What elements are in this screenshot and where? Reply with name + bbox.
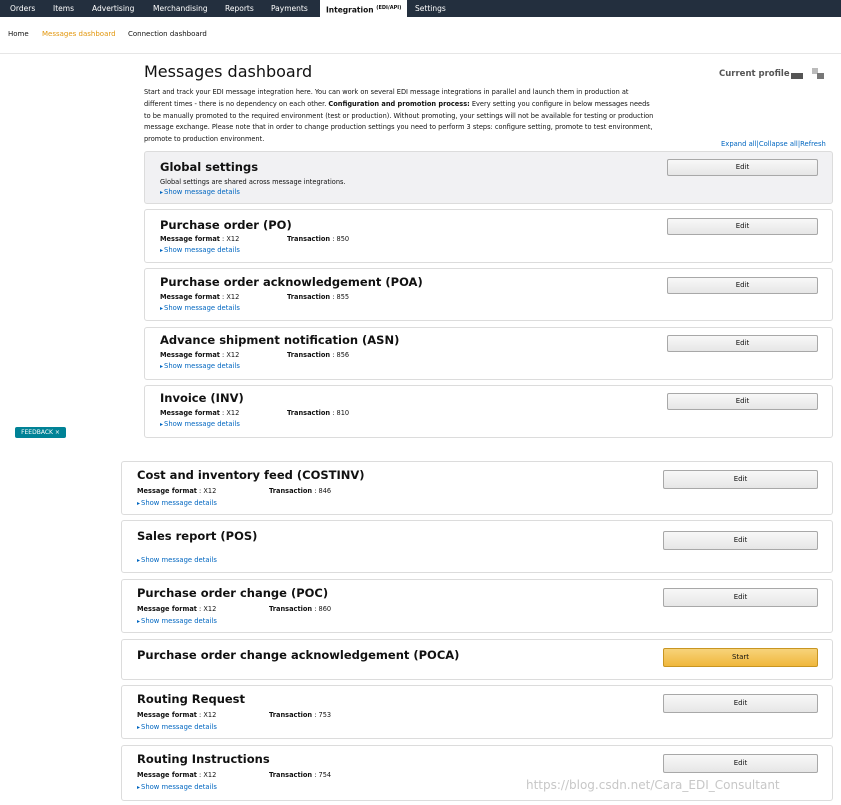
current-profile-label: Current profile — [719, 69, 790, 79]
nav-reports[interactable]: Reports — [225, 0, 254, 17]
message-format: Message format : X12 — [137, 605, 217, 613]
card-title: Invoice (INV) — [160, 391, 244, 405]
card-title: Sales report (POS) — [137, 529, 258, 543]
crumb-messages-dashboard[interactable]: Messages dashboard — [42, 30, 116, 38]
card-title: Global settings — [160, 160, 259, 174]
close-icon[interactable]: × — [55, 429, 60, 436]
card-title: Cost and inventory feed (COSTINV) — [137, 468, 365, 482]
transaction: Transaction : 754 — [269, 771, 332, 779]
nav-items[interactable]: Items — [53, 0, 74, 17]
transaction: Transaction : 856 — [287, 351, 350, 359]
message-card-costinv: Cost and inventory feed (COSTINV) Messag… — [121, 461, 833, 515]
show-message-details-link[interactable]: Show message details — [137, 723, 217, 731]
crumb-connection-dashboard[interactable]: Connection dashboard — [128, 30, 207, 38]
show-message-details-link[interactable]: Show message details — [160, 304, 240, 312]
card-title: Purchase order change acknowledgement (P… — [137, 648, 460, 662]
nav-integration-sup: (EDI/API) — [376, 5, 402, 11]
message-card-inv: Invoice (INV) Message format : X12 Trans… — [144, 385, 833, 438]
message-card-poca: Purchase order change acknowledgement (P… — [121, 639, 833, 680]
collapse-all-link[interactable]: Collapse all — [759, 140, 798, 148]
edit-button[interactable]: Edit — [663, 531, 818, 550]
show-message-details-link[interactable]: Show message details — [160, 362, 240, 370]
nav-integration[interactable]: Integration (EDI/API) — [320, 0, 408, 17]
breadcrumb-divider — [0, 53, 841, 54]
nav-orders[interactable]: Orders — [10, 0, 35, 17]
message-format: Message format : X12 — [137, 771, 217, 779]
nav-settings[interactable]: Settings — [415, 0, 446, 17]
show-message-details-link[interactable]: Show message details — [160, 420, 240, 428]
message-card-asn: Advance shipment notification (ASN) Mess… — [144, 327, 833, 380]
watermark: https://blog.csdn.net/Cara_EDI_Consultan… — [526, 778, 780, 792]
message-card-poa: Purchase order acknowledgement (POA) Mes… — [144, 268, 833, 321]
transaction: Transaction : 850 — [287, 235, 350, 243]
refresh-link[interactable]: Refresh — [800, 140, 826, 148]
card-title: Routing Instructions — [137, 752, 270, 766]
global-settings-card: Global settings Global settings are shar… — [144, 151, 833, 204]
show-message-details-link[interactable]: Show message details — [137, 783, 217, 791]
card-subtitle: Global settings are shared across messag… — [160, 178, 346, 186]
show-message-details-link[interactable]: Show message details — [137, 499, 217, 507]
transaction: Transaction : 846 — [269, 487, 332, 495]
feedback-label: FEEDBACK — [21, 429, 53, 436]
show-message-details-link[interactable]: Show message details — [137, 617, 217, 625]
message-card-routing-instructions: Routing Instructions Message format : X1… — [121, 745, 833, 801]
transaction: Transaction : 855 — [287, 293, 350, 301]
page-title: Messages dashboard — [144, 62, 313, 81]
card-title: Purchase order change (POC) — [137, 586, 329, 600]
expand-collapse-controls: Expand all|Collapse all|Refresh — [721, 140, 826, 148]
message-format: Message format : X12 — [160, 293, 240, 301]
message-format: Message format : X12 — [137, 487, 217, 495]
transaction: Transaction : 860 — [269, 605, 332, 613]
expand-all-link[interactable]: Expand all — [721, 140, 757, 148]
feedback-tab[interactable]: FEEDBACK × — [15, 427, 66, 438]
edit-button[interactable]: Edit — [663, 588, 818, 607]
top-nav: Orders Items Advertising Merchandising R… — [0, 0, 841, 17]
transaction: Transaction : 753 — [269, 711, 332, 719]
transaction: Transaction : 810 — [287, 409, 350, 417]
edit-button[interactable]: Edit — [667, 218, 818, 235]
card-title: Purchase order (PO) — [160, 218, 292, 232]
edit-button[interactable]: Edit — [663, 694, 818, 713]
crumb-home[interactable]: Home — [8, 30, 29, 38]
edit-button[interactable]: Edit — [667, 159, 818, 176]
profile-image-icon[interactable] — [791, 68, 825, 80]
show-message-details-link[interactable]: Show message details — [160, 188, 240, 196]
show-message-details-link[interactable]: Show message details — [160, 246, 240, 254]
message-card-pos: Sales report (POS) Show message details … — [121, 520, 833, 573]
message-format: Message format : X12 — [160, 409, 240, 417]
message-card-routing-request: Routing Request Message format : X12 Tra… — [121, 685, 833, 739]
message-format: Message format : X12 — [137, 711, 217, 719]
edit-button[interactable]: Edit — [667, 277, 818, 294]
message-format: Message format : X12 — [160, 351, 240, 359]
show-message-details-link[interactable]: Show message details — [137, 556, 217, 564]
nav-advertising[interactable]: Advertising — [92, 0, 134, 17]
card-title: Advance shipment notification (ASN) — [160, 333, 400, 347]
nav-integration-label: Integration — [326, 5, 374, 15]
intro-text: Start and track your EDI message integra… — [144, 87, 656, 146]
edit-button[interactable]: Edit — [663, 754, 818, 773]
message-card-po: Purchase order (PO) Message format : X12… — [144, 209, 833, 263]
intro-bold: Configuration and promotion process: — [328, 99, 470, 108]
edit-button[interactable]: Edit — [667, 393, 818, 410]
card-title: Purchase order acknowledgement (POA) — [160, 275, 423, 289]
nav-merchandising[interactable]: Merchandising — [153, 0, 208, 17]
message-card-poc: Purchase order change (POC) Message form… — [121, 579, 833, 633]
message-format: Message format : X12 — [160, 235, 240, 243]
edit-button[interactable]: Edit — [663, 470, 818, 489]
start-button[interactable]: Start — [663, 648, 818, 667]
nav-payments[interactable]: Payments — [271, 0, 308, 17]
edit-button[interactable]: Edit — [667, 335, 818, 352]
card-title: Routing Request — [137, 692, 246, 706]
